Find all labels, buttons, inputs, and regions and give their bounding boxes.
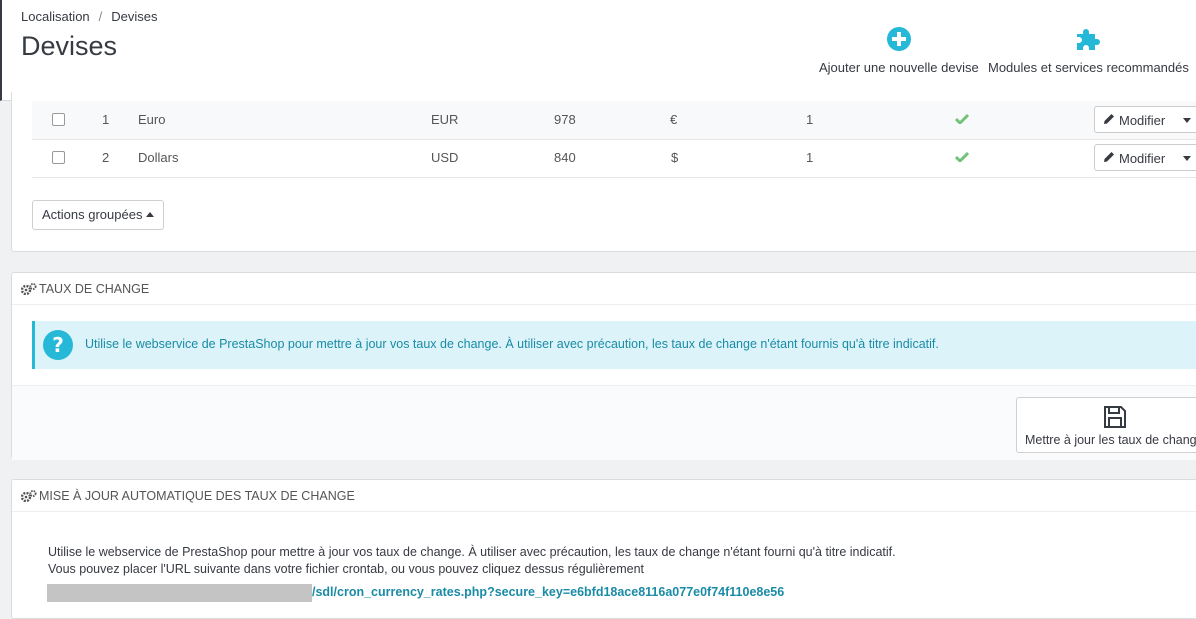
add-currency-button[interactable]: Ajouter une nouvelle devise (819, 26, 979, 75)
bulk-actions-label: Actions groupées (42, 207, 143, 222)
redacted-url-prefix (47, 584, 312, 602)
currency-iso-code: USD (431, 150, 459, 165)
recommended-modules-button[interactable]: Modules et services recommandés (988, 26, 1189, 75)
edit-button-label: Modifier (1119, 113, 1166, 128)
table-row: 2 Dollars USD 840 $ 1 Modifier (32, 139, 1196, 178)
panel-title: TAUX DE CHANGE (39, 282, 150, 296)
panel-title: MISE À JOUR AUTOMATIQUE DES TAUX DE CHAN… (39, 489, 355, 503)
page-title: Devises (21, 31, 118, 61)
panel-heading: MISE À JOUR AUTOMATIQUE DES TAUX DE CHAN… (12, 480, 1196, 512)
currency-iso-numeric: 840 (554, 150, 576, 165)
exchange-rate-panel: TAUX DE CHANGE ? Utilise le webservice d… (11, 272, 1196, 460)
caret-up-icon (146, 212, 155, 217)
svg-text:?: ? (52, 333, 64, 357)
pencil-icon (1104, 152, 1114, 162)
breadcrumb-parent[interactable]: Localisation (21, 9, 90, 24)
currency-symbol: $ (671, 150, 679, 165)
row-checkbox[interactable] (52, 151, 65, 164)
auto-update-description: Utilise le webservice de PrestaShop pour… (48, 544, 896, 578)
currency-iso-numeric: 978 (554, 112, 576, 127)
recommended-modules-label: Modules et services recommandés (988, 60, 1189, 75)
add-currency-label: Ajouter une nouvelle devise (819, 60, 979, 75)
panel-heading: TAUX DE CHANGE (12, 273, 1196, 305)
auto-update-panel: MISE À JOUR AUTOMATIQUE DES TAUX DE CHAN… (11, 479, 1196, 619)
currency-name: Euro (138, 112, 166, 127)
description-line: Utilise le webservice de PrestaShop pour… (48, 545, 896, 559)
currency-id: 1 (102, 112, 110, 127)
currency-list-panel: 1 Euro EUR 978 € 1 Modifier 2 Dollars US… (11, 92, 1196, 252)
caret-down-icon[interactable] (1183, 118, 1191, 123)
pencil-icon (1104, 114, 1114, 124)
update-exchange-rates-button[interactable]: Mettre à jour les taux de change (1016, 397, 1196, 453)
question-circle-icon: ? (43, 330, 73, 360)
save-icon (1104, 406, 1126, 428)
currency-exchange-rate: 1 (806, 112, 814, 127)
page-header: Localisation / Devises Devises Ajouter une… (0, 0, 1196, 101)
info-message: Utilise le webservice de PrestaShop pour… (85, 337, 939, 351)
table-row: 1 Euro EUR 978 € 1 Modifier (32, 101, 1196, 140)
breadcrumb: Localisation / Devises (21, 9, 158, 24)
description-line: Vous pouvez placer l'URL suivante dans v… (48, 562, 645, 576)
panel-footer: Mettre à jour les taux de change (12, 385, 1196, 460)
edit-button-label: Modifier (1119, 151, 1166, 166)
plus-circle-icon (886, 27, 911, 51)
currency-name: Dollars (138, 150, 179, 165)
currency-exchange-rate: 1 (806, 150, 814, 165)
check-icon[interactable] (955, 113, 969, 124)
currency-symbol: € (670, 112, 678, 127)
row-checkbox[interactable] (52, 113, 65, 126)
check-icon[interactable] (955, 151, 969, 162)
info-alert: ? Utilise le webservice de PrestaShop po… (32, 321, 1196, 369)
puzzle-icon (1077, 29, 1101, 50)
cron-url-link[interactable]: /sdl/cron_currency_rates.php?secure_key=… (312, 585, 784, 599)
edit-button[interactable]: Modifier (1094, 106, 1196, 133)
bulk-actions-button[interactable]: Actions groupées (32, 200, 165, 230)
edit-button[interactable]: Modifier (1094, 144, 1196, 171)
breadcrumb-separator: / (98, 9, 103, 24)
cogs-icon (21, 490, 37, 502)
breadcrumb-current: Devises (111, 9, 158, 24)
caret-down-icon[interactable] (1183, 156, 1191, 161)
currency-iso-code: EUR (431, 112, 459, 127)
cogs-icon (21, 283, 37, 295)
currency-id: 2 (102, 150, 110, 165)
update-exchange-rates-label: Mettre à jour les taux de change (1025, 433, 1196, 447)
